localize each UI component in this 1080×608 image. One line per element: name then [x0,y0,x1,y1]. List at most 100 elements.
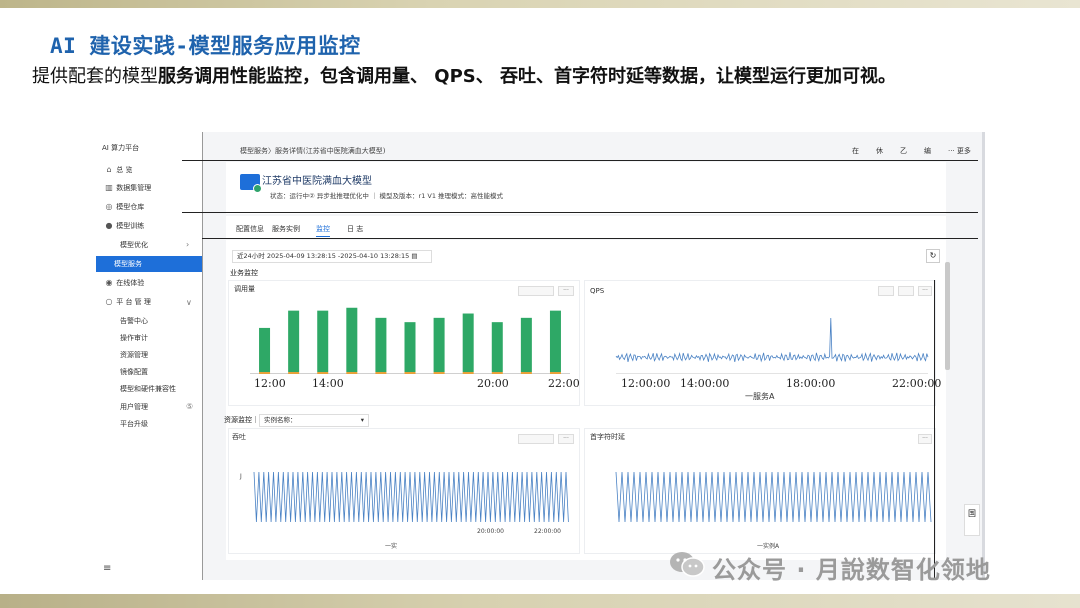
overlay-line [202,238,978,239]
calls-x-tick: 14:00 [312,377,344,390]
action-pause[interactable]: 休 [876,147,883,155]
sidebar-item-audit[interactable]: 操作审计 [120,330,148,346]
tab-bar [226,216,946,238]
action-stop[interactable]: 在 [852,147,859,155]
panel-throughput-title: 吞吐 [232,433,246,441]
instance-filter-select[interactable]: 实例名称： ▾ [259,414,369,427]
admin-icon: ○ [105,297,113,306]
action-edit[interactable]: 编 [924,147,931,155]
sidebar-item-datasets[interactable]: ▥ 数据集管理 [104,180,151,196]
ttft-line-chart [615,471,932,523]
tab-config[interactable]: 配置信息 [236,224,264,234]
qps-zoom-button[interactable] [898,286,914,296]
qps-legend[interactable]: 一服务A [745,391,774,402]
throughput-x-tick: 22:00:00 [534,528,561,535]
repo-icon: ◎ [105,202,113,211]
slide-top-band [0,0,1080,8]
header-actions: 在 休 乙 编 ··· 更多 [852,146,988,156]
qps-series-line [615,317,929,363]
calls-x-tick: 12:00 [254,377,286,390]
panel-ttft-title: 首字符时延 [590,433,625,441]
action-more[interactable]: ··· 更多 [948,147,971,155]
watermark-text: 公众号 · 月說数智化领地 [712,556,991,584]
qps-line-chart [615,317,929,374]
calls-bar [404,322,416,372]
sidebar-item-resources[interactable]: 资源管理 [120,347,148,363]
sidebar-item-platform-admin[interactable]: ○ 平 台 管 理 [104,294,151,310]
calls-bar-base [346,372,358,374]
calls-bar-base [462,372,474,374]
slide-body: 提供配套的模型服务调用性能监控，包含调用量、 QPS、 吞吐、首字符时延等数据，… [32,62,962,92]
calls-bar [462,313,474,372]
badge-icon: ⑤ [186,402,194,411]
throughput-y-tick: J [240,473,242,480]
calls-more-button[interactable]: ··· [558,286,574,296]
calls-bar [433,317,445,372]
sidebar-item-users[interactable]: 用户管理 [120,399,148,415]
sidebar-item-model-repo[interactable]: ◎ 模型仓库 [104,199,145,215]
slide-body-bold: 服务调用性能监控，包含调用量、 QPS、 吞吐、首字符时延等数据，让模型运行更加… [158,66,896,87]
model-status: 状态：运行中② 异步批推理优化中 ｜ 模型及版本：r1 V1 推理模式：高性能模… [270,192,504,200]
ttft-legend[interactable]: 一实例A [757,541,779,550]
calls-bar-chart [250,307,570,374]
qps-x-tick: 14:00:00 [680,377,730,390]
overlay-line [182,212,978,213]
sidebar-item-upgrade[interactable]: 平台升级 [120,416,148,432]
sidebar-brand: AI 算力平台 [102,144,140,152]
sidebar-item-compatibility[interactable]: 模型和硬件兼容性 [120,381,176,397]
slide-bottom-band [0,594,1080,608]
model-card [226,162,946,214]
sidebar-item-training[interactable]: ● 模型训练 [104,218,145,234]
calls-bar [520,317,532,372]
breadcrumb[interactable]: 模型服务〉服务详情(江苏省中医院满血大模型) [240,146,385,156]
tab-monitor[interactable]: 监控 [316,224,330,237]
tab-instances[interactable]: 服务实例 [272,224,300,234]
calls-bar [549,310,561,372]
panel-qps-title: QPS [590,287,605,295]
menu-icon[interactable]: ≡ [103,563,111,574]
sidebar-item-alerts[interactable]: 告警中心 [120,313,148,329]
throughput-series-line [253,471,569,523]
slide-body-prefix: 提供配套的模型 [32,66,158,87]
time-range-picker[interactable]: 近24小时 2025-04-09 13:28:15 -2025-04-10 13… [232,250,432,263]
calls-bar-base [317,372,329,374]
sidebar-item-online-trial[interactable]: ◉ 在线体验 [104,275,145,291]
calls-bar [375,317,387,372]
throughput-filter-button[interactable] [518,434,554,444]
throughput-x-tick: 20:00:00 [477,528,504,535]
calls-bar [288,310,300,372]
chat-icon: ◉ [105,278,113,287]
ttft-series-line [615,471,932,523]
tab-logs[interactable]: 日 志 [347,224,363,234]
throughput-line-chart [253,471,569,523]
vertical-scrollbar[interactable] [945,262,950,370]
chevron-right-icon: › [186,240,190,249]
calls-bar [259,327,271,372]
calls-filter-button[interactable] [518,286,554,296]
qps-view-button[interactable] [878,286,894,296]
sidebar-item-optimize[interactable]: 模型优化 [120,237,148,253]
sidebar-item-images[interactable]: 镜像配置 [120,364,148,380]
calls-bar-base [288,372,300,374]
calls-bar-base [259,372,271,374]
wechat-icon [670,552,705,577]
sidebar-item-overview[interactable]: ⌂ 总 览 [104,162,132,178]
training-icon: ● [105,221,113,230]
calls-bar-base [404,372,416,374]
refresh-icon[interactable]: ↻ [926,249,940,263]
side-tool-button[interactable]: 国 [964,504,980,536]
action-copy[interactable]: 乙 [900,147,907,155]
ttft-more-button[interactable]: ··· [918,434,932,444]
section-resource-monitor: 资源监控｜ [224,416,259,424]
calls-x-tick: 22:00 [548,377,580,390]
throughput-legend[interactable]: 一实 [385,541,397,550]
qps-more-button[interactable]: ··· [918,286,932,296]
calls-bar [491,322,503,372]
calls-bar [317,310,329,372]
throughput-more-button[interactable]: ··· [558,434,574,444]
calls-bar-base [433,372,445,374]
dataset-icon: ▥ [105,183,113,192]
model-name: 江苏省中医院满血大模型 [262,176,372,187]
calls-bar-base [520,372,532,374]
sidebar-item-model-service[interactable]: 模型服务 [96,256,202,272]
